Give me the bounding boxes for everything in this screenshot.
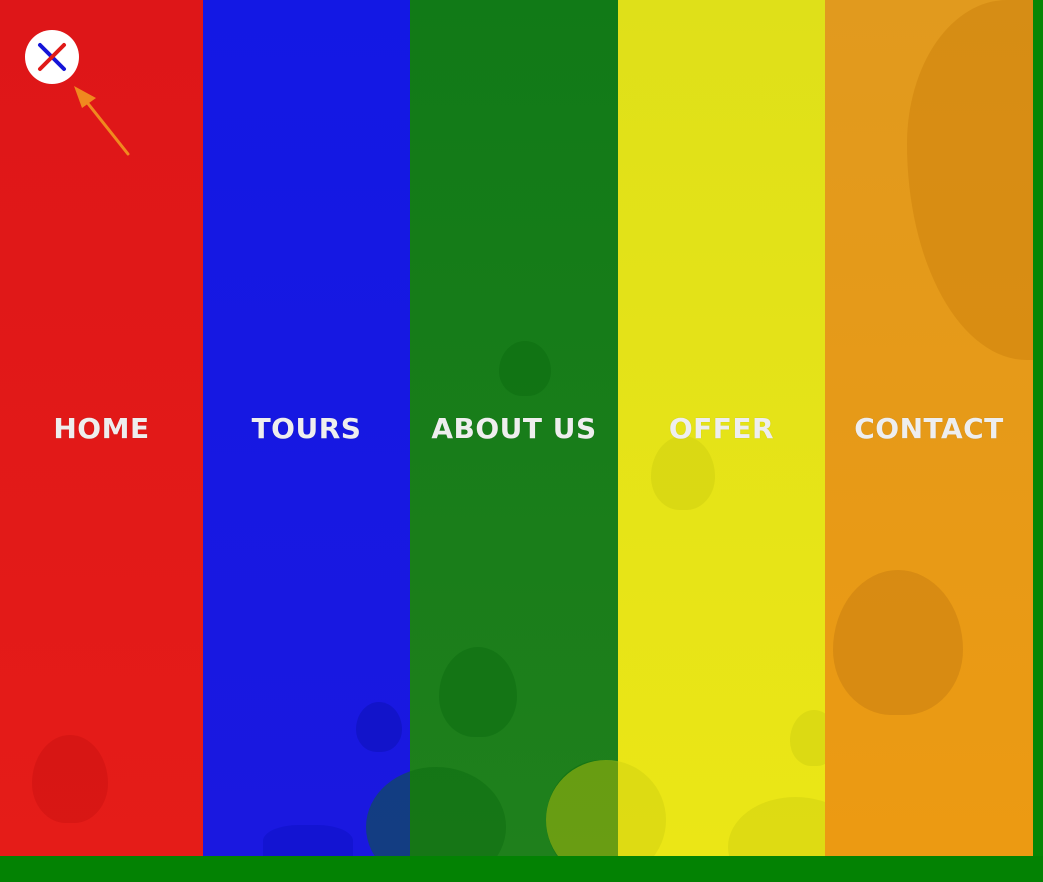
balloon-decoration (356, 702, 402, 752)
fullscreen-menu: HOME TOURS ABOUT US OFFER CONTACT (0, 0, 1033, 856)
close-icon (38, 43, 66, 71)
balloon-decoration (32, 735, 108, 823)
menu-item-label: OFFER (668, 412, 775, 445)
menu-item-label: CONTACT (854, 412, 1004, 445)
balloon-decoration (499, 341, 551, 396)
frame-border-bottom (0, 856, 1043, 882)
close-menu-button[interactable] (25, 30, 79, 84)
balloon-decoration (907, 0, 1033, 360)
menu-item-offer[interactable]: OFFER (546, 0, 863, 856)
menu-item-label: HOME (53, 412, 150, 445)
menu-item-about-us[interactable]: ABOUT US (366, 0, 656, 856)
frame-border-right (1033, 0, 1043, 882)
balloon-decoration (263, 825, 353, 856)
arrow-icon (74, 86, 130, 156)
menu-item-label: TOURS (251, 412, 362, 445)
balloon-decoration (439, 647, 517, 737)
balloon-decoration (833, 570, 963, 715)
balloon-decoration (651, 436, 715, 510)
menu-item-contact[interactable]: CONTACT (825, 0, 1033, 856)
menu-item-label: ABOUT US (431, 412, 597, 445)
menu-item-tours[interactable]: TOURS (203, 0, 410, 856)
